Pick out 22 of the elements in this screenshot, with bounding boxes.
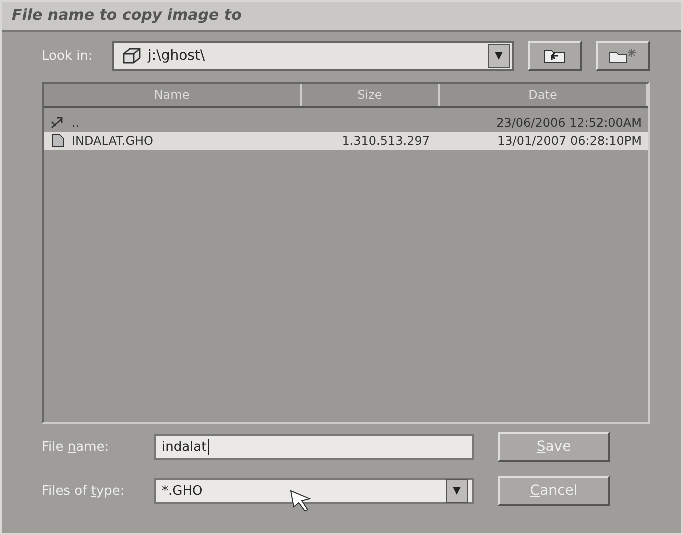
window-title: File name to copy image to: [2, 2, 681, 32]
column-header[interactable]: Name: [44, 84, 302, 106]
look-in-label: Look in:: [42, 48, 94, 64]
drive-icon: [122, 48, 142, 64]
file-row[interactable]: INDALAT.GHO 1.310.513.297 13/01/2007 06:28:10PM: [44, 132, 648, 150]
look-in-dropdown[interactable]: j:\ghost\: [112, 41, 514, 71]
file-name: ..: [72, 116, 80, 130]
file-size: 1.310.513.297: [342, 134, 430, 148]
new-folder-icon: [609, 48, 637, 64]
up-folder-icon: [544, 48, 566, 64]
file-date: 13/01/2007 06:28:10PM: [498, 134, 642, 148]
file-date: 23/06/2006 12:52:00AM: [496, 116, 642, 130]
new-folder-button[interactable]: [596, 41, 650, 71]
column-header[interactable]: Size: [302, 84, 440, 106]
file-type-label: Files of type:: [42, 484, 126, 498]
file-row[interactable]: .. 23/06/2006 12:52:00AM: [44, 114, 648, 132]
up-folder-button[interactable]: [528, 41, 582, 71]
file-name-field[interactable]: indalat: [154, 434, 474, 460]
file-icon: [50, 134, 66, 148]
file-name-label: File name:: [42, 440, 110, 454]
file-name: INDALAT.GHO: [72, 134, 154, 148]
column-header[interactable]: Date: [440, 84, 648, 106]
